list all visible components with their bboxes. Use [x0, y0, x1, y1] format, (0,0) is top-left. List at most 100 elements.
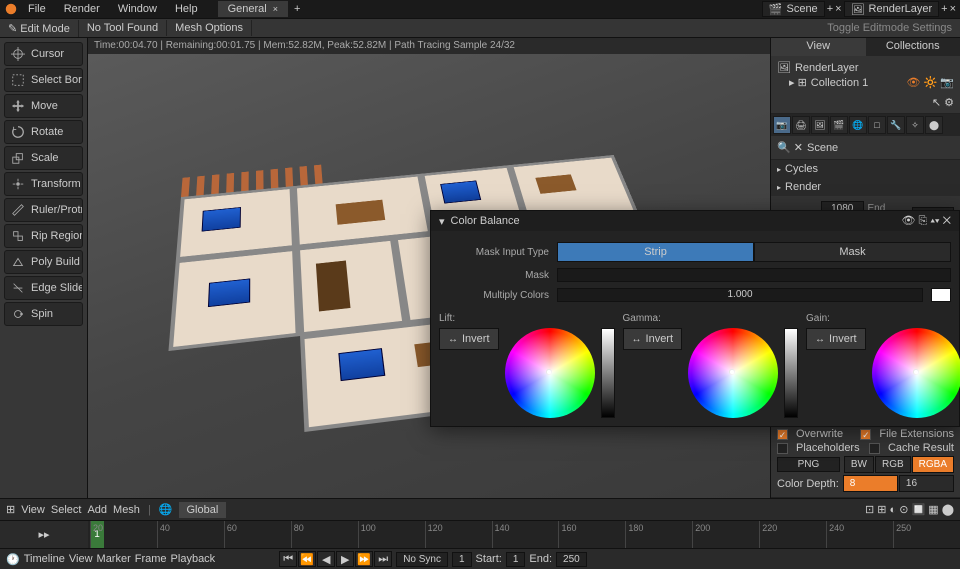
tool-move[interactable]: Move: [4, 94, 83, 118]
hdr-mesh[interactable]: Mesh: [113, 504, 140, 516]
tl-view[interactable]: View: [69, 553, 93, 565]
gain-invert[interactable]: ↔ Invert: [806, 328, 866, 350]
keyframe-next[interactable]: ⏩: [355, 551, 373, 567]
cache-check[interactable]: [869, 443, 880, 454]
tool-rotate[interactable]: Rotate: [4, 120, 83, 144]
keyframe-prev[interactable]: ⏪: [298, 551, 316, 567]
tool-rip-region[interactable]: Rip Region: [4, 224, 83, 248]
hdr-view[interactable]: View: [21, 504, 45, 516]
tool-edge-slide[interactable]: Edge Slide: [4, 276, 83, 300]
tl-frame[interactable]: Frame: [135, 553, 167, 565]
mode-selector[interactable]: ✎ Edit Mode: [0, 20, 79, 37]
play-reverse[interactable]: ◀: [317, 551, 335, 567]
tl-marker[interactable]: Marker: [97, 553, 131, 565]
orientation-icon[interactable]: 🌐: [159, 503, 173, 516]
editmode-settings[interactable]: Toggle Editmode Settings: [819, 20, 960, 36]
remove-scene[interactable]: ×: [835, 3, 841, 15]
prop-particle-icon[interactable]: ✧: [906, 116, 924, 134]
orientation[interactable]: Global: [179, 502, 227, 518]
tool-poly-build[interactable]: Poly Build: [4, 250, 83, 274]
outliner-collection[interactable]: Collection 1: [811, 77, 868, 89]
mesh-options[interactable]: Mesh Options: [167, 20, 252, 36]
tl-playback[interactable]: Playback: [171, 553, 216, 565]
jump-end[interactable]: ⏭: [374, 551, 392, 567]
prop-object-icon[interactable]: □: [868, 116, 886, 134]
end-frame-field[interactable]: 250: [556, 552, 587, 567]
mask-mask-btn[interactable]: Mask: [754, 242, 951, 262]
popup-collapse-icon[interactable]: ▾: [439, 215, 445, 228]
tool-ruler[interactable]: Ruler/Protrac...: [4, 198, 83, 222]
editor-type-icon[interactable]: ⊞: [6, 503, 15, 516]
add-workspace[interactable]: +: [294, 3, 300, 15]
engine-header[interactable]: Cycles: [771, 160, 960, 178]
menu-render[interactable]: Render: [56, 1, 108, 17]
current-frame[interactable]: 1: [452, 552, 472, 567]
fileext-check[interactable]: [860, 429, 871, 440]
menu-help[interactable]: Help: [167, 1, 206, 17]
lift-wheel[interactable]: [505, 328, 595, 418]
prop-physics-icon[interactable]: ⬤: [925, 116, 943, 134]
timeline-editor-icon[interactable]: 🕐: [6, 553, 20, 566]
timeline[interactable]: ▸▸ 1 20406080100120140160180200220240250: [0, 520, 960, 548]
restriction-icons[interactable]: 👁 🔆 📷: [907, 76, 954, 89]
timeline-header: 🕐 Timeline View Marker Frame Playback ⏮ …: [0, 548, 960, 569]
add-scene[interactable]: +: [827, 3, 833, 15]
prop-scene-icon[interactable]: 🎬: [830, 116, 848, 134]
renderlayer-selector[interactable]: 🖼 RenderLayer: [844, 1, 940, 17]
prop-output-icon[interactable]: 🖨: [792, 116, 810, 134]
color-balance-popup[interactable]: ▾ Color Balance 👁 ⎘ ▴▾ ✕ Mask Input Type…: [430, 210, 960, 427]
tool-cursor[interactable]: Cursor: [4, 42, 83, 66]
overlay-icons[interactable]: ⊡ ⊞ ◐ ⊙ 🔲 ▦ ⬤: [865, 503, 954, 516]
tool-transform[interactable]: Transform: [4, 172, 83, 196]
placeholder-check[interactable]: [777, 443, 788, 454]
tool-select-border[interactable]: Select Border: [4, 68, 83, 92]
render-header[interactable]: Render: [771, 178, 960, 196]
depth16[interactable]: 16: [899, 475, 954, 492]
scene-selector[interactable]: 🎬 Scene: [762, 1, 825, 17]
lift-label: Lift:: [439, 313, 615, 324]
gamma-invert[interactable]: ↔ Invert: [623, 328, 683, 350]
prop-render-icon[interactable]: 📷: [773, 116, 791, 134]
lift-value[interactable]: [601, 328, 615, 418]
remove-layer[interactable]: ×: [950, 3, 956, 15]
add-layer[interactable]: +: [941, 3, 947, 15]
multiply-slider[interactable]: 1.000: [557, 288, 923, 302]
tool-spin[interactable]: Spin: [4, 302, 83, 326]
outliner[interactable]: 🖼 RenderLayer ▸ ⊞ Collection 1 👁 🔆 📷 ↖ ⚙: [771, 56, 960, 114]
rgb-btn[interactable]: RGB: [875, 456, 911, 473]
popup-pin-icon[interactable]: 👁 ⎘ ▴▾ ✕: [901, 214, 951, 228]
depth8[interactable]: 8: [843, 475, 898, 492]
format-select[interactable]: PNG: [777, 457, 840, 472]
hdr-select[interactable]: Select: [51, 504, 82, 516]
close-icon[interactable]: ×: [273, 4, 278, 14]
menu-file[interactable]: File: [20, 1, 54, 17]
prop-layer-icon[interactable]: 🖼: [811, 116, 829, 134]
outliner-tab-collections[interactable]: Collections: [866, 38, 960, 56]
color-swatch[interactable]: [931, 288, 951, 302]
gamma-value[interactable]: [784, 328, 798, 418]
lift-invert[interactable]: ↔ Invert: [439, 328, 499, 350]
outliner-root[interactable]: RenderLayer: [795, 62, 859, 74]
jump-start[interactable]: ⏮: [279, 551, 297, 567]
rgba-btn[interactable]: RGBA: [912, 456, 954, 473]
filter-icon[interactable]: ⚙: [944, 97, 954, 109]
prop-modifier-icon[interactable]: 🔧: [887, 116, 905, 134]
mask-field[interactable]: [557, 268, 951, 282]
tool-scale[interactable]: Scale: [4, 146, 83, 170]
sync-mode[interactable]: No Sync: [396, 552, 448, 567]
play[interactable]: ▶: [336, 551, 354, 567]
mask-strip-btn[interactable]: Strip: [557, 242, 754, 262]
workspace-tab[interactable]: General×: [218, 1, 288, 17]
prop-world-icon[interactable]: 🌐: [849, 116, 867, 134]
overwrite-check[interactable]: [777, 429, 788, 440]
menu-window[interactable]: Window: [110, 1, 165, 17]
hdr-add[interactable]: Add: [87, 504, 107, 516]
gain-wheel[interactable]: [872, 328, 960, 418]
tool-header: ✎ Edit Mode No Tool Found Mesh Options T…: [0, 18, 960, 38]
gamma-wheel[interactable]: [688, 328, 778, 418]
scene-name[interactable]: Scene: [807, 142, 838, 154]
bw-btn[interactable]: BW: [844, 456, 874, 473]
outliner-tab-view[interactable]: View: [771, 38, 866, 56]
start-frame[interactable]: 1: [506, 552, 526, 567]
timeline-channels[interactable]: ▸▸: [0, 521, 88, 548]
